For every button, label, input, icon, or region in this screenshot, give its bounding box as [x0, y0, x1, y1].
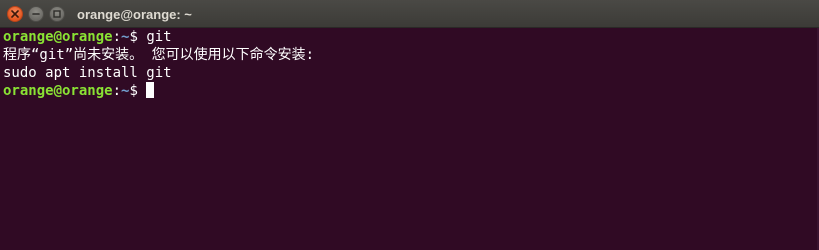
window-title: orange@orange: ~: [77, 7, 192, 22]
minimize-icon: [32, 13, 40, 15]
prompt-user-host: orange@orange: [3, 29, 113, 45]
maximize-button[interactable]: [49, 6, 65, 22]
terminal-line: orange@orange:~$ git: [3, 28, 819, 46]
prompt-separator: :: [112, 29, 122, 45]
title-bar[interactable]: orange@orange: ~: [0, 0, 819, 28]
terminal-window: orange@orange: ~ orange@orange:~$ git 程序…: [0, 0, 819, 250]
terminal-line: 程序“git”尚未安装。 您可以使用以下命令安装:: [3, 46, 819, 64]
text-cursor: [146, 82, 155, 98]
prompt-symbol: $: [129, 29, 147, 45]
prompt-separator: :: [112, 83, 122, 99]
terminal-line: sudo apt install git: [3, 64, 819, 82]
minimize-button[interactable]: [28, 6, 44, 22]
maximize-icon: [53, 10, 61, 18]
terminal-line: orange@orange:~$: [3, 82, 819, 100]
command-text: git: [146, 29, 172, 45]
prompt-symbol: $: [129, 83, 147, 99]
output-text: sudo apt install git: [3, 65, 172, 81]
output-text: 程序“git”尚未安装。 您可以使用以下命令安装:: [3, 47, 314, 63]
terminal-output[interactable]: orange@orange:~$ git 程序“git”尚未安装。 您可以使用以…: [0, 28, 819, 250]
close-icon: [11, 10, 19, 18]
close-button[interactable]: [7, 6, 23, 22]
prompt-user-host: orange@orange: [3, 83, 113, 99]
